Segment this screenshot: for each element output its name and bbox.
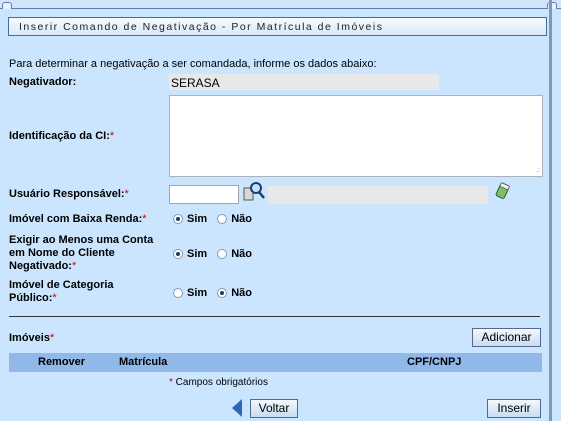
inserir-button[interactable]: Inserir	[487, 399, 541, 418]
identificacao-label: Identificação da CI:*	[9, 130, 115, 142]
baixa-renda-radio-group: Sim Não	[173, 213, 258, 225]
categoria-publico-sim-radio[interactable]	[173, 288, 183, 298]
page-title: Inserir Comando de Negativação - Por Mat…	[8, 17, 547, 36]
imoveis-table-header: Remover Matrícula CPF/CNPJ	[9, 353, 542, 372]
col-matricula: Matrícula	[119, 356, 168, 368]
imoveis-label: Imóveis*	[9, 332, 55, 344]
usuario-label: Usuário Responsável:*	[9, 188, 129, 200]
intro-text: Para determinar a negativação a ser coma…	[9, 58, 377, 70]
required-fields-note: * Campos obrigatórios	[169, 377, 268, 388]
window-right-frame	[549, 0, 552, 421]
window-top-frame	[0, 0, 561, 9]
identificacao-textarea[interactable]: .:	[169, 95, 543, 177]
col-cpf-cnpj: CPF/CNPJ	[407, 356, 462, 368]
baixa-renda-nao-label: Não	[231, 213, 252, 225]
section-divider	[9, 316, 540, 317]
resize-grip-icon[interactable]: .:	[536, 167, 540, 174]
usuario-input[interactable]	[169, 185, 239, 204]
usuario-name-display	[268, 186, 488, 204]
baixa-renda-sim-radio[interactable]	[173, 214, 183, 224]
negativador-label: Negativador:	[9, 76, 77, 88]
categoria-publico-nao-label: Não	[231, 287, 252, 299]
categoria-publico-nao-radio[interactable]	[217, 288, 228, 298]
baixa-renda-sim-label: Sim	[187, 213, 208, 225]
categoria-publico-radio-group: Sim Não	[173, 287, 258, 299]
negativador-value: SERASA	[169, 74, 439, 90]
exigir-conta-radio-group: Sim Não	[173, 248, 258, 260]
exigir-conta-label: Exigir ao Menos uma Conta em Nome do Cli…	[9, 234, 154, 272]
baixa-renda-nao-radio[interactable]	[217, 214, 228, 224]
categoria-publico-sim-label: Sim	[187, 287, 208, 299]
exigir-conta-nao-label: Não	[231, 248, 252, 260]
search-icon[interactable]	[243, 181, 265, 203]
frame-corner-left	[2, 2, 12, 9]
baixa-renda-label: Imóvel com Baixa Renda:*	[9, 213, 147, 225]
eraser-icon[interactable]	[495, 182, 511, 200]
col-remover: Remover	[38, 356, 86, 368]
back-arrow-icon[interactable]	[232, 399, 242, 417]
voltar-button[interactable]: Voltar	[250, 399, 298, 418]
adicionar-button[interactable]: Adicionar	[472, 328, 541, 347]
exigir-conta-sim-label: Sim	[187, 248, 208, 260]
exigir-conta-sim-radio[interactable]	[173, 249, 183, 259]
exigir-conta-nao-radio[interactable]	[217, 249, 228, 259]
categoria-publico-label: Imóvel de Categoria Público:*	[9, 279, 114, 304]
